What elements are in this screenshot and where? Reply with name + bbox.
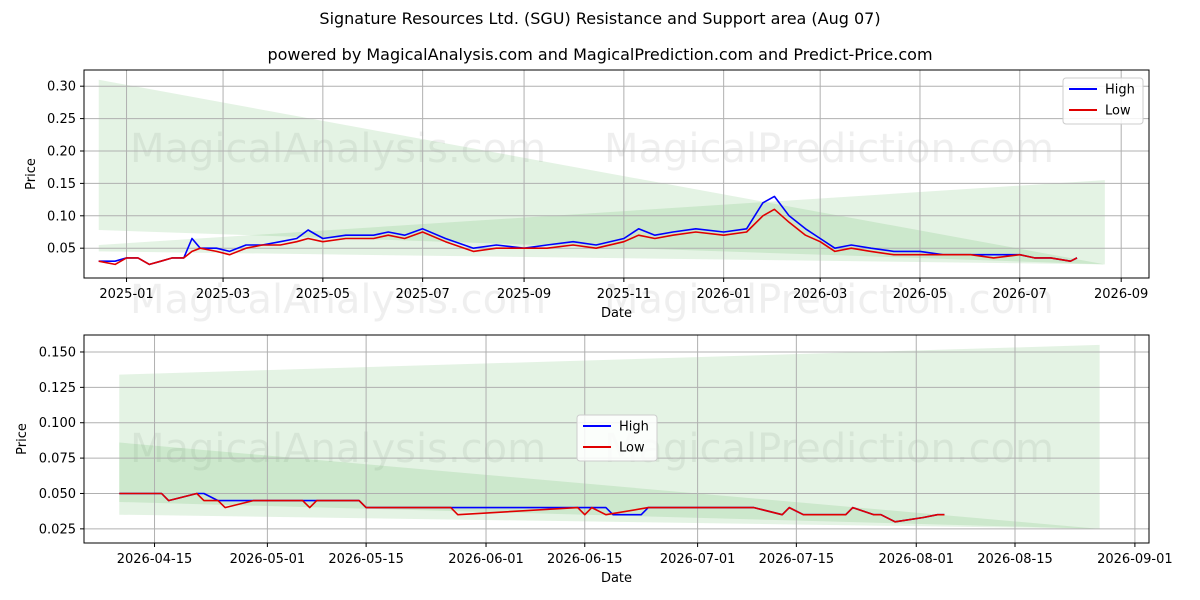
x-tick-label: 2026-04-15	[117, 552, 193, 567]
x-tick-label: 2026-09-01	[1097, 552, 1173, 567]
y-tick-label: 0.100	[39, 416, 76, 431]
x-tick-label: 2026-05	[893, 287, 947, 302]
y-tick-label: 0.10	[47, 209, 76, 224]
legend-label-high: High	[1105, 83, 1135, 98]
x-tick-label: 2026-06-15	[547, 552, 623, 567]
y-tick-label: 0.15	[47, 177, 76, 192]
x-tick-label: 2026-05-15	[328, 552, 404, 567]
y-tick-label: 0.25	[47, 112, 76, 127]
y-tick-label: 0.05	[47, 242, 76, 257]
x-axis-label: Date	[601, 306, 632, 321]
y-tick-label: 0.30	[47, 80, 76, 95]
legend: High Low	[576, 414, 658, 462]
x-tick-label: 2025-01	[99, 287, 153, 302]
x-tick-label: 2026-03	[793, 287, 847, 302]
x-tick-label: 2026-05-01	[230, 552, 306, 567]
y-tick-label: 0.075	[39, 452, 76, 467]
y-tick-label: 0.150	[39, 345, 76, 360]
x-tick-label: 2026-07-01	[660, 552, 736, 567]
y-tick-label: 0.050	[39, 487, 76, 502]
x-tick-label: 2025-05	[296, 287, 350, 302]
legend-label-low: Low	[619, 441, 645, 456]
x-tick-label: 2026-01	[696, 287, 750, 302]
legend: High Low	[1062, 77, 1144, 125]
y-tick-label: 0.125	[39, 381, 76, 396]
x-axis-label: Date	[601, 571, 632, 586]
legend-label-high: High	[619, 420, 649, 435]
chart-panel-2: 2026-04-15 2026-05-01 2026-05-15 2026-06-01…	[15, 334, 1173, 586]
watermark-text: MagicalPrediction.com	[604, 126, 1054, 172]
y-axis-label: Price	[24, 158, 39, 190]
x-tick-label: 2025-09	[497, 287, 551, 302]
y-tick-label: 0.025	[39, 522, 76, 537]
x-tick-label: 2026-09	[1094, 287, 1148, 302]
charts-canvas: MagicalAnalysis.com MagicalPrediction.com…	[15, 69, 1173, 586]
x-tick-label: 2026-06-01	[448, 552, 524, 567]
x-tick-label: 2026-08-15	[977, 552, 1053, 567]
x-tick-label: 2025-11	[597, 287, 651, 302]
y-axis-label: Price	[15, 423, 30, 455]
x-tick-label: 2026-08-01	[878, 552, 954, 567]
x-tick-label: 2025-03	[196, 287, 250, 302]
legend-label-low: Low	[1105, 104, 1131, 119]
x-tick-label: 2026-07-15	[759, 552, 835, 567]
x-tick-label: 2025-07	[395, 287, 449, 302]
x-tick-label: 2026-07	[993, 287, 1047, 302]
y-tick-label: 0.20	[47, 144, 76, 159]
